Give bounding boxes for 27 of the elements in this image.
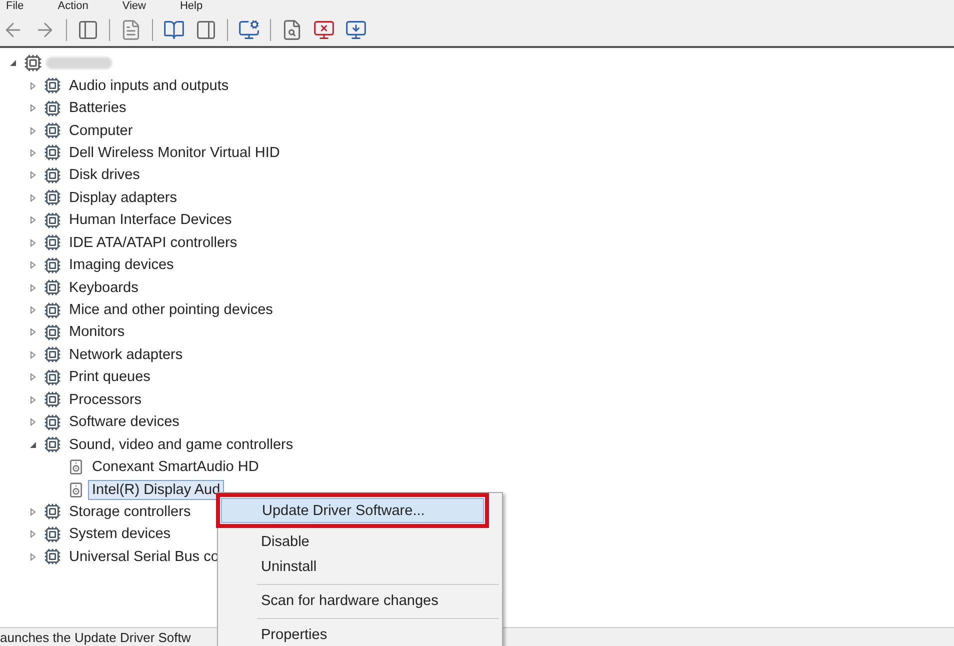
menu-item[interactable]: Help <box>180 0 203 12</box>
tree-item[interactable]: Display adapters <box>65 188 181 208</box>
tree-item[interactable]: Mice and other pointing devices <box>65 300 277 320</box>
menu-item[interactable]: Disable <box>220 529 500 554</box>
tree-item[interactable]: Network adapters <box>65 344 187 365</box>
tree-item[interactable]: Imaging devices <box>65 255 178 276</box>
tree-item[interactable]: Sound, video and game controllers <box>65 434 298 455</box>
tree-item[interactable]: Human Interface Devices <box>65 210 236 230</box>
status-text: aunches the Update Driver Softw <box>0 630 191 644</box>
tree-item[interactable]: Software devices <box>65 412 184 432</box>
tree-item[interactable]: Processors <box>65 390 146 410</box>
tree-item[interactable]: Computer <box>65 120 137 141</box>
tree-item[interactable]: Disk drives <box>65 165 144 186</box>
tree-item[interactable]: Audio inputs and outputs <box>65 76 233 96</box>
menu-item[interactable]: Uninstall <box>220 554 500 580</box>
tree-item[interactable]: Keyboards <box>65 278 142 298</box>
tree-item[interactable]: System devices <box>65 524 175 544</box>
menu-item[interactable]: View <box>122 0 146 12</box>
tree-item[interactable]: Batteries <box>65 98 130 118</box>
menu-item[interactable]: Action <box>58 0 88 12</box>
tree-item[interactable]: Print queues <box>65 367 154 388</box>
tree-item[interactable]: IDE ATA/ATAPI controllers <box>65 232 242 253</box>
tree-item[interactable]: Dell Wireless Monitor Virtual HID <box>65 142 284 163</box>
tree-item[interactable]: Monitors <box>65 322 129 342</box>
tree-item[interactable]: Conexant SmartAudio HD <box>88 457 263 478</box>
tree-item[interactable]: Storage controllers <box>65 502 195 522</box>
menu-item[interactable]: File <box>6 0 24 12</box>
